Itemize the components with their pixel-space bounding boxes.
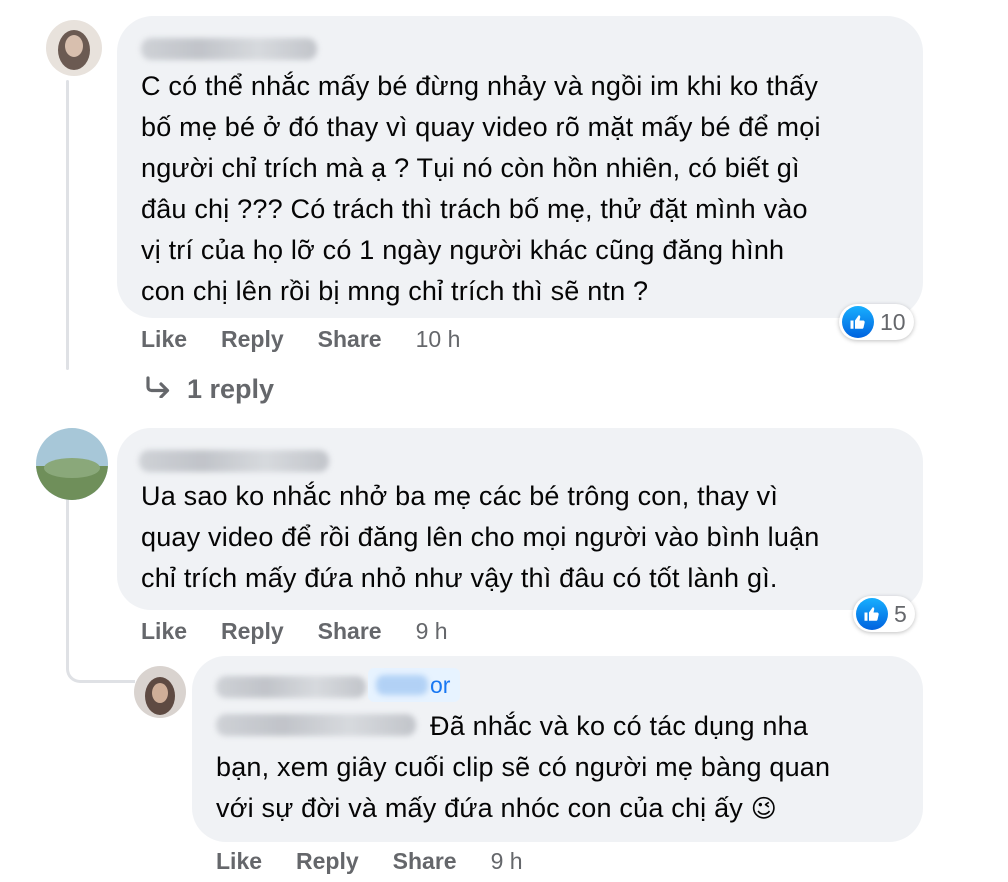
comment-2-reaction-number: 5 xyxy=(894,600,907,627)
comment-2-reply-button[interactable]: Reply xyxy=(221,618,284,645)
comment-2-timestamp[interactable]: 9 h xyxy=(416,618,448,645)
like-thumb-icon xyxy=(856,598,888,630)
thread-line-1 xyxy=(66,80,69,370)
comment-2-reaction-count[interactable]: 5 xyxy=(853,596,915,632)
reply-text-line-1: Đã nhắc và ko có tác dụng nha xyxy=(430,711,809,741)
reply-timestamp[interactable]: 9 h xyxy=(491,848,523,875)
comment-2-author-name[interactable] xyxy=(139,450,329,472)
view-replies-label: 1 reply xyxy=(187,373,275,404)
reply-reply-button[interactable]: Reply xyxy=(296,848,359,875)
comment-2-like-button[interactable]: Like xyxy=(141,618,187,645)
comment-2-text: Ua sao ko nhắc nhở ba mẹ các bé trông co… xyxy=(141,481,820,593)
thread-elbow-connector xyxy=(66,636,135,683)
comment-1-actions: Like Reply Share 10 h xyxy=(141,326,460,353)
comment-1-share-button[interactable]: Share xyxy=(318,326,382,353)
reply-bubble: or Đã nhắc và ko có tác dụng nha bạn, xe… xyxy=(192,656,923,842)
reply-author-badge: or xyxy=(368,668,461,702)
commenter-2-avatar[interactable] xyxy=(36,428,108,500)
comment-1-text: C có thể nhắc mấy bé đừng nhảy và ngồi i… xyxy=(141,71,821,306)
thread-line-2 xyxy=(66,495,69,655)
reply-author-name[interactable] xyxy=(216,676,366,698)
commenter-1-avatar[interactable] xyxy=(46,20,102,76)
comment-1-reaction-number: 10 xyxy=(880,308,906,335)
view-replies-link[interactable]: 1 reply xyxy=(145,372,274,406)
wink-emoji: 😉 xyxy=(750,795,777,823)
like-thumb-icon xyxy=(842,306,874,338)
comment-1-reaction-count[interactable]: 10 xyxy=(839,304,914,340)
comment-1-reply-button[interactable]: Reply xyxy=(221,326,284,353)
replier-avatar[interactable] xyxy=(134,666,186,718)
comment-2-share-button[interactable]: Share xyxy=(318,618,382,645)
comment-1-author-name[interactable] xyxy=(141,38,317,60)
comment-1-bubble: C có thể nhắc mấy bé đừng nhảy và ngồi i… xyxy=(117,16,923,318)
reply-arrow-icon xyxy=(145,372,171,406)
reply-mention-tag[interactable] xyxy=(216,714,416,736)
comment-1-like-button[interactable]: Like xyxy=(141,326,187,353)
reply-share-button[interactable]: Share xyxy=(393,848,457,875)
author-badge-hidden-part xyxy=(376,675,428,695)
comment-1-timestamp[interactable]: 10 h xyxy=(416,326,461,353)
reply-like-button[interactable]: Like xyxy=(216,848,262,875)
comment-2-actions: Like Reply Share 9 h xyxy=(141,618,448,645)
comment-2-bubble: Ua sao ko nhắc nhở ba mẹ các bé trông co… xyxy=(117,428,923,610)
reply-text: bạn, xem giây cuối clip sẽ có người mẹ b… xyxy=(216,747,830,830)
reply-text-body: bạn, xem giây cuối clip sẽ có người mẹ b… xyxy=(216,752,831,823)
author-badge-label: or xyxy=(430,671,451,698)
reply-actions: Like Reply Share 9 h xyxy=(216,848,523,875)
